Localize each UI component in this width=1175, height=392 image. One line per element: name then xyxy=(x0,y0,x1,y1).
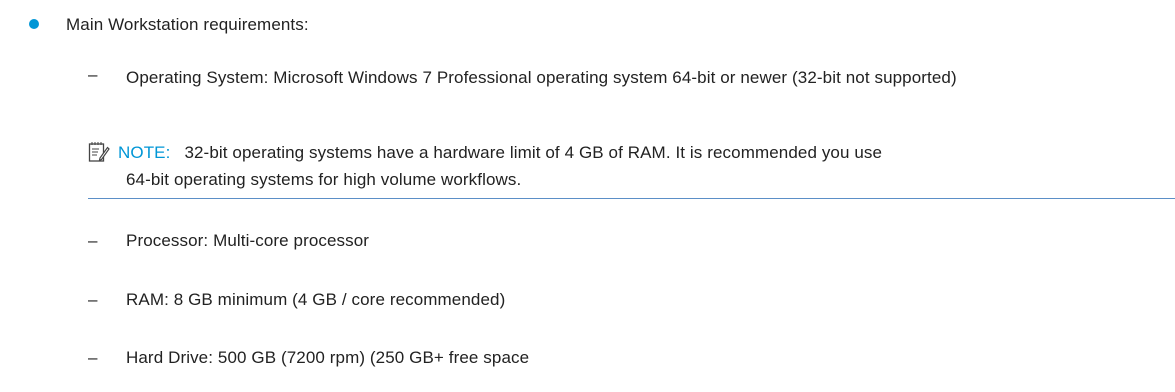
dash-marker: – xyxy=(88,65,98,84)
main-bullet-item: Main Workstation requirements: xyxy=(0,12,1175,38)
sub-item-text: Hard Drive: 500 GB (7200 rpm) (250 GB+ f… xyxy=(126,348,530,367)
note-text-line1: 32-bit operating systems have a hardware… xyxy=(184,143,883,162)
dash-marker: – xyxy=(88,290,98,309)
sub-item-hard-drive: – Hard Drive: 500 GB (7200 rpm) (250 GB+… xyxy=(0,345,1175,371)
document-page: Main Workstation requirements: – Operati… xyxy=(0,0,1175,392)
bullet-dot-icon xyxy=(29,19,39,29)
note-label: NOTE: xyxy=(118,143,171,162)
main-bullet-text: Main Workstation requirements: xyxy=(66,15,309,34)
sub-item-text: Operating System: Microsoft Windows 7 Pr… xyxy=(126,68,957,87)
sub-item-operating-system: – Operating System: Microsoft Windows 7 … xyxy=(0,62,1175,124)
note-box: NOTE: 32-bit operating systems have a har… xyxy=(88,140,1175,199)
dash-marker: – xyxy=(88,348,98,367)
sub-item-processor: – Processor: Multi-core processor xyxy=(0,228,1175,254)
note-first-line: NOTE: 32-bit operating systems have a har… xyxy=(118,140,882,166)
sub-item-ram: – RAM: 8 GB minimum (4 GB / core recomme… xyxy=(0,287,1175,313)
dash-marker: – xyxy=(88,231,98,250)
sub-item-text: Processor: Multi-core processor xyxy=(126,231,370,250)
note-text-line2: 64-bit operating systems for high volume… xyxy=(126,170,522,189)
sub-item-text: RAM: 8 GB minimum (4 GB / core recommend… xyxy=(126,290,506,309)
note-pencil-icon xyxy=(88,142,110,162)
